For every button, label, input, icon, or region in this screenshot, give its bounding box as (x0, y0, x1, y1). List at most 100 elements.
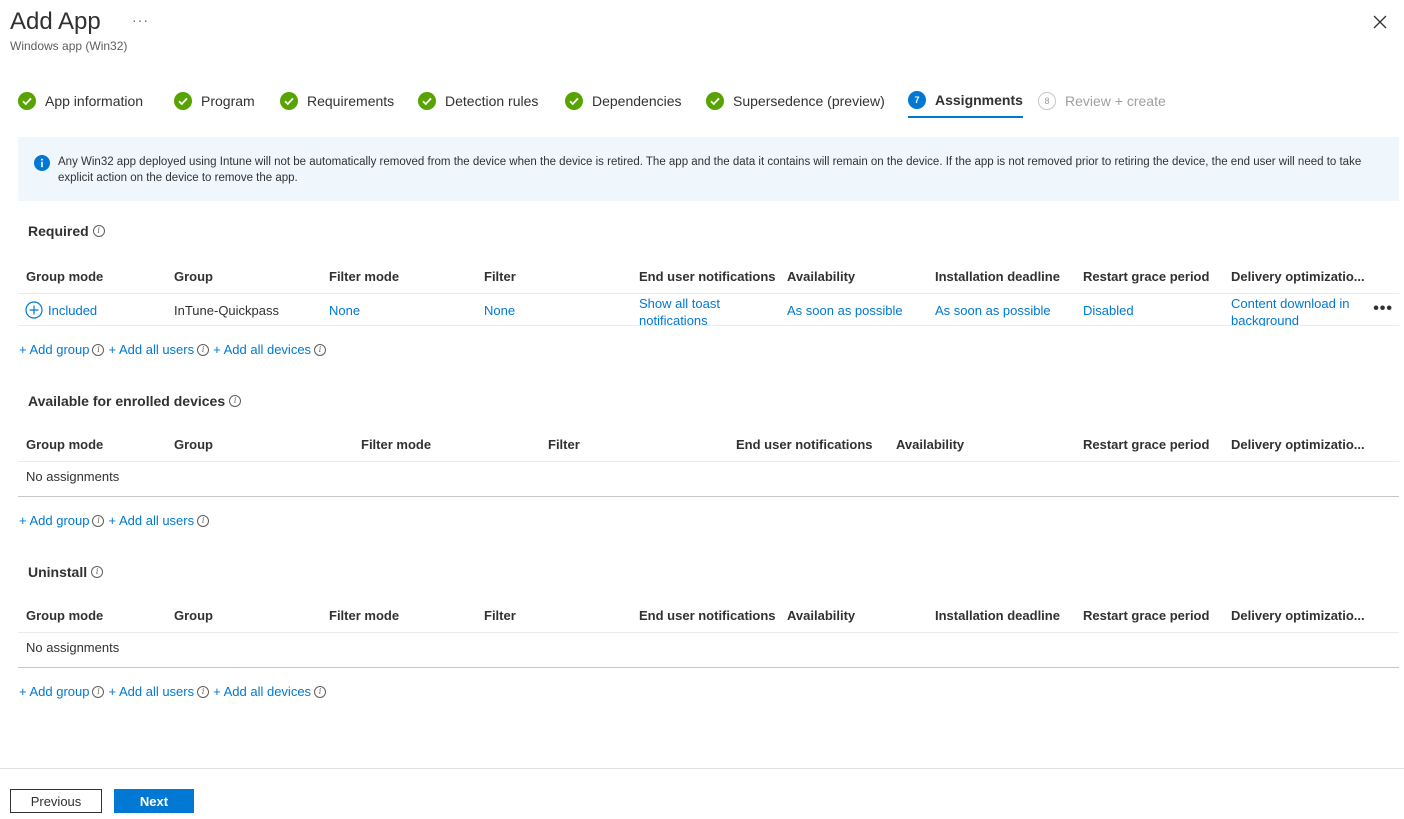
check-circle-icon (18, 92, 36, 110)
wizard-steps: App information Program Requirements Det… (18, 88, 1166, 118)
notifications-link[interactable]: Show all toast notifications (639, 295, 749, 326)
column-header[interactable]: Group mode (26, 437, 103, 452)
section-title-text: Available for enrolled devices (28, 393, 226, 409)
info-icon[interactable]: i (197, 685, 210, 698)
column-header[interactable]: Delivery optimizatio... (1231, 437, 1371, 452)
column-header[interactable]: Availability (896, 437, 964, 452)
add-all-devices-link[interactable]: + Add all devices (213, 684, 311, 699)
step-label: Assignments (935, 92, 1023, 108)
filter-mode-link[interactable]: None (329, 303, 360, 318)
step-requirements[interactable]: Requirements (280, 88, 418, 114)
add-circle-icon (25, 301, 43, 319)
column-header[interactable]: Group mode (26, 608, 103, 623)
add-group-link[interactable]: + Add group (19, 684, 89, 699)
group-mode-cell[interactable]: Included (25, 301, 97, 319)
check-circle-icon (565, 92, 583, 110)
available-section-title: Available for enrolled devices i (28, 393, 242, 409)
no-assignments-text: No assignments (26, 640, 120, 655)
availability-link[interactable]: As soon as possible (787, 303, 903, 318)
step-number-badge: 8 (1038, 92, 1056, 110)
check-circle-icon (174, 92, 192, 110)
column-header[interactable]: Restart grace period (1083, 608, 1209, 623)
column-header[interactable]: Installation deadline (935, 608, 1060, 623)
add-group-link[interactable]: + Add group (19, 342, 89, 357)
column-header[interactable]: Delivery optimizatio... (1231, 608, 1371, 623)
previous-button[interactable]: Previous (10, 789, 102, 813)
filter-link[interactable]: None (484, 303, 515, 318)
add-group-link[interactable]: + Add group (19, 513, 89, 528)
uninstall-section-title: Uninstall i (28, 564, 104, 580)
available-table-header: Group mode Group Filter mode Filter End … (18, 428, 1399, 462)
column-header[interactable]: Restart grace period (1083, 437, 1209, 452)
available-add-links: + Add group i + Add all users i (19, 513, 213, 528)
footer-divider (0, 768, 1404, 769)
step-assignments[interactable]: 7 Assignments (908, 88, 1023, 118)
info-icon[interactable]: i (92, 225, 105, 237)
next-button[interactable]: Next (114, 789, 194, 813)
add-all-users-link[interactable]: + Add all users (108, 342, 194, 357)
column-header[interactable]: Availability (787, 269, 855, 284)
info-icon[interactable]: i (92, 685, 105, 698)
info-icon[interactable]: i (92, 343, 105, 356)
column-header[interactable]: Installation deadline (935, 269, 1060, 284)
info-icon[interactable]: i (229, 395, 242, 407)
required-add-links: + Add group i + Add all users i + Add al… (19, 342, 330, 357)
info-icon[interactable]: i (314, 343, 327, 356)
column-header[interactable]: Filter (548, 437, 580, 452)
step-dependencies[interactable]: Dependencies (565, 88, 706, 114)
step-label: Review + create (1065, 93, 1166, 109)
add-all-users-link[interactable]: + Add all users (108, 684, 194, 699)
close-icon[interactable] (1370, 12, 1390, 32)
step-label: Requirements (307, 93, 395, 109)
column-header[interactable]: Restart grace period (1083, 269, 1209, 284)
step-program[interactable]: Program (174, 88, 280, 114)
step-app-information[interactable]: App information (18, 88, 174, 114)
column-header[interactable]: Filter (484, 608, 516, 623)
column-header[interactable]: Filter mode (329, 608, 399, 623)
table-row[interactable]: Included InTune-Quickpass None None Show… (18, 294, 1399, 326)
page-title: Add App (10, 8, 101, 35)
empty-table-row: No assignments (18, 633, 1399, 668)
restart-grace-link[interactable]: Disabled (1083, 303, 1134, 318)
info-icon[interactable]: i (197, 343, 210, 356)
column-header[interactable]: Group (174, 437, 213, 452)
column-header[interactable]: Filter mode (329, 269, 399, 284)
check-circle-icon (418, 92, 436, 110)
column-header[interactable]: Filter mode (361, 437, 431, 452)
column-header[interactable]: End user notifications (736, 437, 873, 452)
empty-table-row: No assignments (18, 462, 1399, 497)
row-more-icon[interactable]: ••• (1373, 300, 1393, 318)
column-header[interactable]: Filter (484, 269, 516, 284)
column-header[interactable]: Group mode (26, 269, 103, 284)
step-label: Dependencies (592, 93, 682, 109)
step-number-badge: 7 (908, 91, 926, 109)
info-icon (34, 155, 50, 171)
info-icon[interactable]: i (197, 514, 210, 527)
add-all-devices-link[interactable]: + Add all devices (213, 342, 311, 357)
column-header[interactable]: End user notifications (639, 608, 776, 623)
column-header[interactable]: Group (174, 269, 213, 284)
no-assignments-text: No assignments (26, 469, 120, 484)
info-icon[interactable]: i (91, 566, 104, 578)
section-title-text: Uninstall (28, 564, 88, 580)
check-circle-icon (706, 92, 724, 110)
deadline-link[interactable]: As soon as possible (935, 303, 1051, 318)
step-label: App information (45, 93, 144, 109)
column-header[interactable]: End user notifications (639, 269, 776, 284)
step-label: Supersedence (preview) (733, 93, 885, 109)
step-label: Detection rules (445, 93, 539, 109)
add-all-users-link[interactable]: + Add all users (108, 513, 194, 528)
column-header[interactable]: Delivery optimizatio... (1231, 269, 1371, 284)
info-banner-text: Any Win32 app deployed using Intune will… (58, 156, 1362, 184)
delivery-optimization-link[interactable]: Content download in background (1231, 295, 1366, 326)
info-icon[interactable]: i (314, 685, 327, 698)
column-header[interactable]: Availability (787, 608, 855, 623)
column-header[interactable]: Group (174, 608, 213, 623)
check-circle-icon (280, 92, 298, 110)
step-supersedence[interactable]: Supersedence (preview) (706, 88, 908, 114)
uninstall-table-header: Group mode Group Filter mode Filter End … (18, 599, 1399, 633)
info-icon[interactable]: i (92, 514, 105, 527)
step-detection-rules[interactable]: Detection rules (418, 88, 565, 114)
more-options-button[interactable]: ··· (132, 12, 149, 28)
required-table-header: Group mode Group Filter mode Filter End … (18, 260, 1399, 294)
